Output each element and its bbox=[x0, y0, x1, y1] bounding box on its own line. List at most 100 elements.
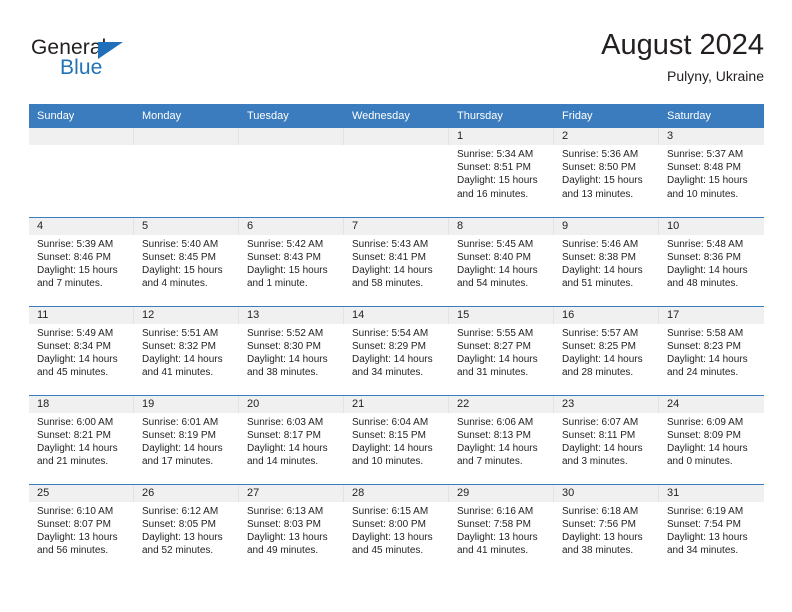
day-sun-info: Sunrise: 5:39 AM Sunset: 8:46 PM Daylight:… bbox=[29, 235, 134, 291]
daylight-text-line1: Daylight: 15 hours bbox=[562, 175, 643, 187]
sunrise-text: Sunrise: 6:13 AM bbox=[247, 505, 324, 517]
day-cell-inner: 26 Sunrise: 6:12 AM Sunset: 8:05 PM Dayligh… bbox=[134, 484, 239, 573]
daylight-text-line2: and 17 minutes. bbox=[142, 456, 214, 468]
calendar-day-cell[interactable]: 3 Sunrise: 5:37 AM Sunset: 8:48 PM Daylight… bbox=[659, 128, 764, 217]
calendar-day-cell[interactable]: 4 Sunrise: 5:39 AM Sunset: 8:46 PM Daylight… bbox=[29, 216, 134, 306]
daylight-text-line1: Daylight: 13 hours bbox=[142, 531, 223, 543]
day-cell-inner: 22 Sunrise: 6:06 AM Sunset: 8:13 PM Dayligh… bbox=[449, 395, 554, 484]
sunrise-text: Sunrise: 6:03 AM bbox=[247, 416, 324, 428]
calendar-day-cell[interactable]: 26 Sunrise: 6:12 AM Sunset: 8:05 PM Dayligh… bbox=[134, 483, 239, 573]
calendar-day-cell[interactable]: 2 Sunrise: 5:36 AM Sunset: 8:50 PM Daylight… bbox=[554, 128, 659, 217]
day-sun-info: Sunrise: 5:40 AM Sunset: 8:45 PM Daylight:… bbox=[134, 235, 239, 291]
brand-name-blue: Blue bbox=[60, 56, 103, 79]
day-sun-info: Sunrise: 6:16 AM Sunset: 7:58 PM Daylight:… bbox=[449, 502, 554, 558]
day-sun-info: Sunrise: 6:10 AM Sunset: 8:07 PM Daylight:… bbox=[29, 502, 134, 558]
day-cell-inner: 2 Sunrise: 5:36 AM Sunset: 8:50 PM Daylight… bbox=[554, 128, 659, 216]
calendar-week-row: 18 Sunrise: 6:00 AM Sunset: 8:21 PM Dayligh… bbox=[29, 394, 764, 484]
day-number: 20 bbox=[239, 395, 344, 413]
day-cell-inner: 3 Sunrise: 5:37 AM Sunset: 8:48 PM Daylight… bbox=[659, 128, 764, 216]
calendar-day-cell[interactable]: 20 Sunrise: 6:03 AM Sunset: 8:17 PM Dayligh… bbox=[239, 394, 344, 484]
day-number: 18 bbox=[29, 395, 134, 413]
daylight-text-line1: Daylight: 14 hours bbox=[457, 353, 538, 365]
sunset-text: Sunset: 8:07 PM bbox=[37, 518, 111, 530]
sunrise-text: Sunrise: 5:40 AM bbox=[142, 238, 219, 250]
calendar-day-cell[interactable]: 23 Sunrise: 6:07 AM Sunset: 8:11 PM Dayligh… bbox=[554, 394, 659, 484]
sunrise-text: Sunrise: 6:00 AM bbox=[37, 416, 114, 428]
calendar-day-cell[interactable]: 18 Sunrise: 6:00 AM Sunset: 8:21 PM Dayligh… bbox=[29, 394, 134, 484]
sunrise-text: Sunrise: 5:55 AM bbox=[457, 327, 534, 339]
calendar-day-cell[interactable]: 11 Sunrise: 5:49 AM Sunset: 8:34 PM Dayligh… bbox=[29, 305, 134, 395]
calendar-day-cell[interactable]: 13 Sunrise: 5:52 AM Sunset: 8:30 PM Dayligh… bbox=[239, 305, 344, 395]
daylight-text-line1: Daylight: 14 hours bbox=[37, 442, 118, 454]
calendar-day-cell[interactable] bbox=[344, 128, 449, 217]
day-sun-info: Sunrise: 6:04 AM Sunset: 8:15 PM Daylight:… bbox=[344, 413, 449, 469]
daylight-text-line1: Daylight: 13 hours bbox=[352, 531, 433, 543]
daylight-text-line1: Daylight: 15 hours bbox=[142, 264, 223, 276]
day-number: 7 bbox=[344, 217, 449, 235]
calendar-day-cell[interactable] bbox=[134, 128, 239, 217]
calendar-day-cell[interactable]: 12 Sunrise: 5:51 AM Sunset: 8:32 PM Dayligh… bbox=[134, 305, 239, 395]
day-number: 14 bbox=[344, 306, 449, 324]
daylight-text-line1: Daylight: 14 hours bbox=[457, 264, 538, 276]
daylight-text-line2: and 48 minutes. bbox=[667, 278, 739, 290]
sunrise-text: Sunrise: 6:10 AM bbox=[37, 505, 114, 517]
calendar-header-row: Sunday Monday Tuesday Wednesday Thursday… bbox=[29, 104, 764, 128]
sunset-text: Sunset: 8:19 PM bbox=[142, 429, 216, 441]
weekday-header-thursday: Thursday bbox=[449, 104, 554, 128]
calendar-day-cell[interactable]: 5 Sunrise: 5:40 AM Sunset: 8:45 PM Daylight… bbox=[134, 216, 239, 306]
day-number: 6 bbox=[239, 217, 344, 235]
sunset-text: Sunset: 8:29 PM bbox=[352, 340, 426, 352]
calendar-day-cell[interactable]: 15 Sunrise: 5:55 AM Sunset: 8:27 PM Dayligh… bbox=[449, 305, 554, 395]
calendar-day-cell[interactable]: 16 Sunrise: 5:57 AM Sunset: 8:25 PM Dayligh… bbox=[554, 305, 659, 395]
daylight-text-line2: and 41 minutes. bbox=[142, 367, 214, 379]
sunrise-text: Sunrise: 5:34 AM bbox=[457, 149, 534, 160]
day-cell-inner bbox=[344, 128, 449, 216]
calendar-day-cell[interactable]: 30 Sunrise: 6:18 AM Sunset: 7:56 PM Dayligh… bbox=[554, 483, 659, 573]
day-sun-info: Sunrise: 5:55 AM Sunset: 8:27 PM Daylight:… bbox=[449, 324, 554, 380]
calendar-table: Sunday Monday Tuesday Wednesday Thursday… bbox=[29, 104, 764, 573]
sunset-text: Sunset: 8:38 PM bbox=[562, 251, 636, 263]
calendar-day-cell[interactable]: 22 Sunrise: 6:06 AM Sunset: 8:13 PM Dayligh… bbox=[449, 394, 554, 484]
calendar-day-cell[interactable]: 10 Sunrise: 5:48 AM Sunset: 8:36 PM Dayligh… bbox=[659, 216, 764, 306]
calendar-day-cell[interactable]: 19 Sunrise: 6:01 AM Sunset: 8:19 PM Dayligh… bbox=[134, 394, 239, 484]
calendar-day-cell[interactable]: 29 Sunrise: 6:16 AM Sunset: 7:58 PM Dayligh… bbox=[449, 483, 554, 573]
calendar-day-cell[interactable]: 31 Sunrise: 6:19 AM Sunset: 7:54 PM Dayligh… bbox=[659, 483, 764, 573]
day-number: 9 bbox=[554, 217, 659, 235]
sunrise-text: Sunrise: 5:45 AM bbox=[457, 238, 534, 250]
sunrise-text: Sunrise: 5:37 AM bbox=[667, 149, 744, 160]
calendar-day-cell[interactable]: 7 Sunrise: 5:43 AM Sunset: 8:41 PM Daylight… bbox=[344, 216, 449, 306]
day-cell-inner: 30 Sunrise: 6:18 AM Sunset: 7:56 PM Dayligh… bbox=[554, 484, 659, 573]
sunset-text: Sunset: 8:15 PM bbox=[352, 429, 426, 441]
day-cell-inner: 12 Sunrise: 5:51 AM Sunset: 8:32 PM Dayligh… bbox=[134, 306, 239, 395]
day-cell-inner: 6 Sunrise: 5:42 AM Sunset: 8:43 PM Daylight… bbox=[239, 217, 344, 306]
day-sun-info: Sunrise: 5:36 AM Sunset: 8:50 PM Daylight:… bbox=[554, 145, 659, 201]
brand-logo[interactable]: General Blue bbox=[29, 36, 169, 82]
sunrise-text: Sunrise: 6:18 AM bbox=[562, 505, 639, 517]
daylight-text-line2: and 34 minutes. bbox=[352, 367, 424, 379]
calendar-day-cell[interactable]: 9 Sunrise: 5:46 AM Sunset: 8:38 PM Daylight… bbox=[554, 216, 659, 306]
calendar-day-cell[interactable] bbox=[239, 128, 344, 217]
sunrise-text: Sunrise: 5:43 AM bbox=[352, 238, 429, 250]
calendar-day-cell[interactable]: 25 Sunrise: 6:10 AM Sunset: 8:07 PM Dayligh… bbox=[29, 483, 134, 573]
calendar-day-cell[interactable]: 27 Sunrise: 6:13 AM Sunset: 8:03 PM Dayligh… bbox=[239, 483, 344, 573]
daylight-text-line2: and 10 minutes. bbox=[667, 188, 739, 200]
sunset-text: Sunset: 7:58 PM bbox=[457, 518, 531, 530]
day-sun-info: Sunrise: 6:09 AM Sunset: 8:09 PM Daylight:… bbox=[659, 413, 764, 469]
calendar-day-cell[interactable]: 21 Sunrise: 6:04 AM Sunset: 8:15 PM Dayligh… bbox=[344, 394, 449, 484]
calendar-day-cell[interactable]: 6 Sunrise: 5:42 AM Sunset: 8:43 PM Daylight… bbox=[239, 216, 344, 306]
calendar-day-cell[interactable]: 1 Sunrise: 5:34 AM Sunset: 8:51 PM Daylight… bbox=[449, 128, 554, 217]
day-number: 13 bbox=[239, 306, 344, 324]
day-cell-inner: 16 Sunrise: 5:57 AM Sunset: 8:25 PM Dayligh… bbox=[554, 306, 659, 395]
calendar-day-cell[interactable] bbox=[29, 128, 134, 217]
daylight-text-line2: and 16 minutes. bbox=[457, 188, 529, 200]
calendar-day-cell[interactable]: 17 Sunrise: 5:58 AM Sunset: 8:23 PM Dayligh… bbox=[659, 305, 764, 395]
daylight-text-line2: and 45 minutes. bbox=[352, 545, 424, 557]
page-subtitle: Pulyny, Ukraine bbox=[666, 68, 764, 84]
day-cell-inner: 10 Sunrise: 5:48 AM Sunset: 8:36 PM Dayligh… bbox=[659, 217, 764, 306]
calendar-day-cell[interactable]: 14 Sunrise: 5:54 AM Sunset: 8:29 PM Dayligh… bbox=[344, 305, 449, 395]
day-sun-info: Sunrise: 5:58 AM Sunset: 8:23 PM Daylight:… bbox=[659, 324, 764, 380]
daylight-text-line1: Daylight: 13 hours bbox=[37, 531, 118, 543]
calendar-day-cell[interactable]: 8 Sunrise: 5:45 AM Sunset: 8:40 PM Daylight… bbox=[449, 216, 554, 306]
calendar-day-cell[interactable]: 28 Sunrise: 6:15 AM Sunset: 8:00 PM Dayligh… bbox=[344, 483, 449, 573]
calendar-day-cell[interactable]: 24 Sunrise: 6:09 AM Sunset: 8:09 PM Dayligh… bbox=[659, 394, 764, 484]
